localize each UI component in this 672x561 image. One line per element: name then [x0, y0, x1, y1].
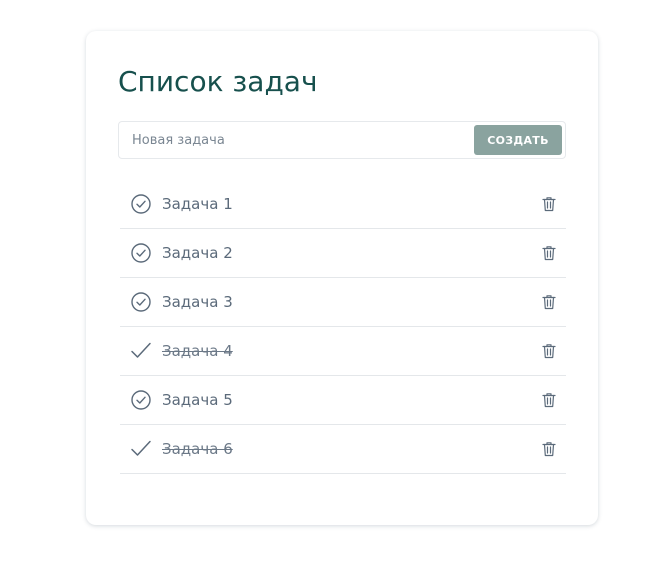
- trash-icon[interactable]: [540, 195, 558, 213]
- task-item: Задача 1: [120, 180, 566, 229]
- task-item: Задача 2: [120, 229, 566, 278]
- circle-check-icon[interactable]: [130, 193, 152, 215]
- task-item: Задача 5: [120, 376, 566, 425]
- page-title: Список задач: [118, 65, 318, 98]
- task-label: Задача 3: [162, 293, 233, 311]
- new-task-input[interactable]: [119, 122, 469, 158]
- check-icon[interactable]: [130, 340, 152, 362]
- trash-icon[interactable]: [540, 244, 558, 262]
- task-label: Задача 1: [162, 195, 233, 213]
- task-list: Задача 1 Задача 2 Задача 3 Задача 4 Задача 5…: [120, 180, 566, 474]
- task-label: Задача 4: [162, 342, 233, 360]
- todo-card: Список задач СОЗДАТЬ Задача 1Задача 2Зад…: [86, 31, 598, 525]
- trash-icon[interactable]: [540, 391, 558, 409]
- task-item: Задача 4: [120, 327, 566, 376]
- trash-icon[interactable]: [540, 440, 558, 458]
- create-button[interactable]: СОЗДАТЬ: [474, 125, 562, 155]
- circle-check-icon[interactable]: [130, 291, 152, 313]
- task-item: Задача 3: [120, 278, 566, 327]
- trash-icon[interactable]: [540, 342, 558, 360]
- task-label: Задача 6: [162, 440, 233, 458]
- trash-icon[interactable]: [540, 293, 558, 311]
- new-task-form: СОЗДАТЬ: [118, 121, 566, 159]
- task-label: Задача 5: [162, 391, 233, 409]
- circle-check-icon[interactable]: [130, 389, 152, 411]
- task-item: Задача 6: [120, 425, 566, 474]
- task-label: Задача 2: [162, 244, 233, 262]
- circle-check-icon[interactable]: [130, 242, 152, 264]
- check-icon[interactable]: [130, 438, 152, 460]
